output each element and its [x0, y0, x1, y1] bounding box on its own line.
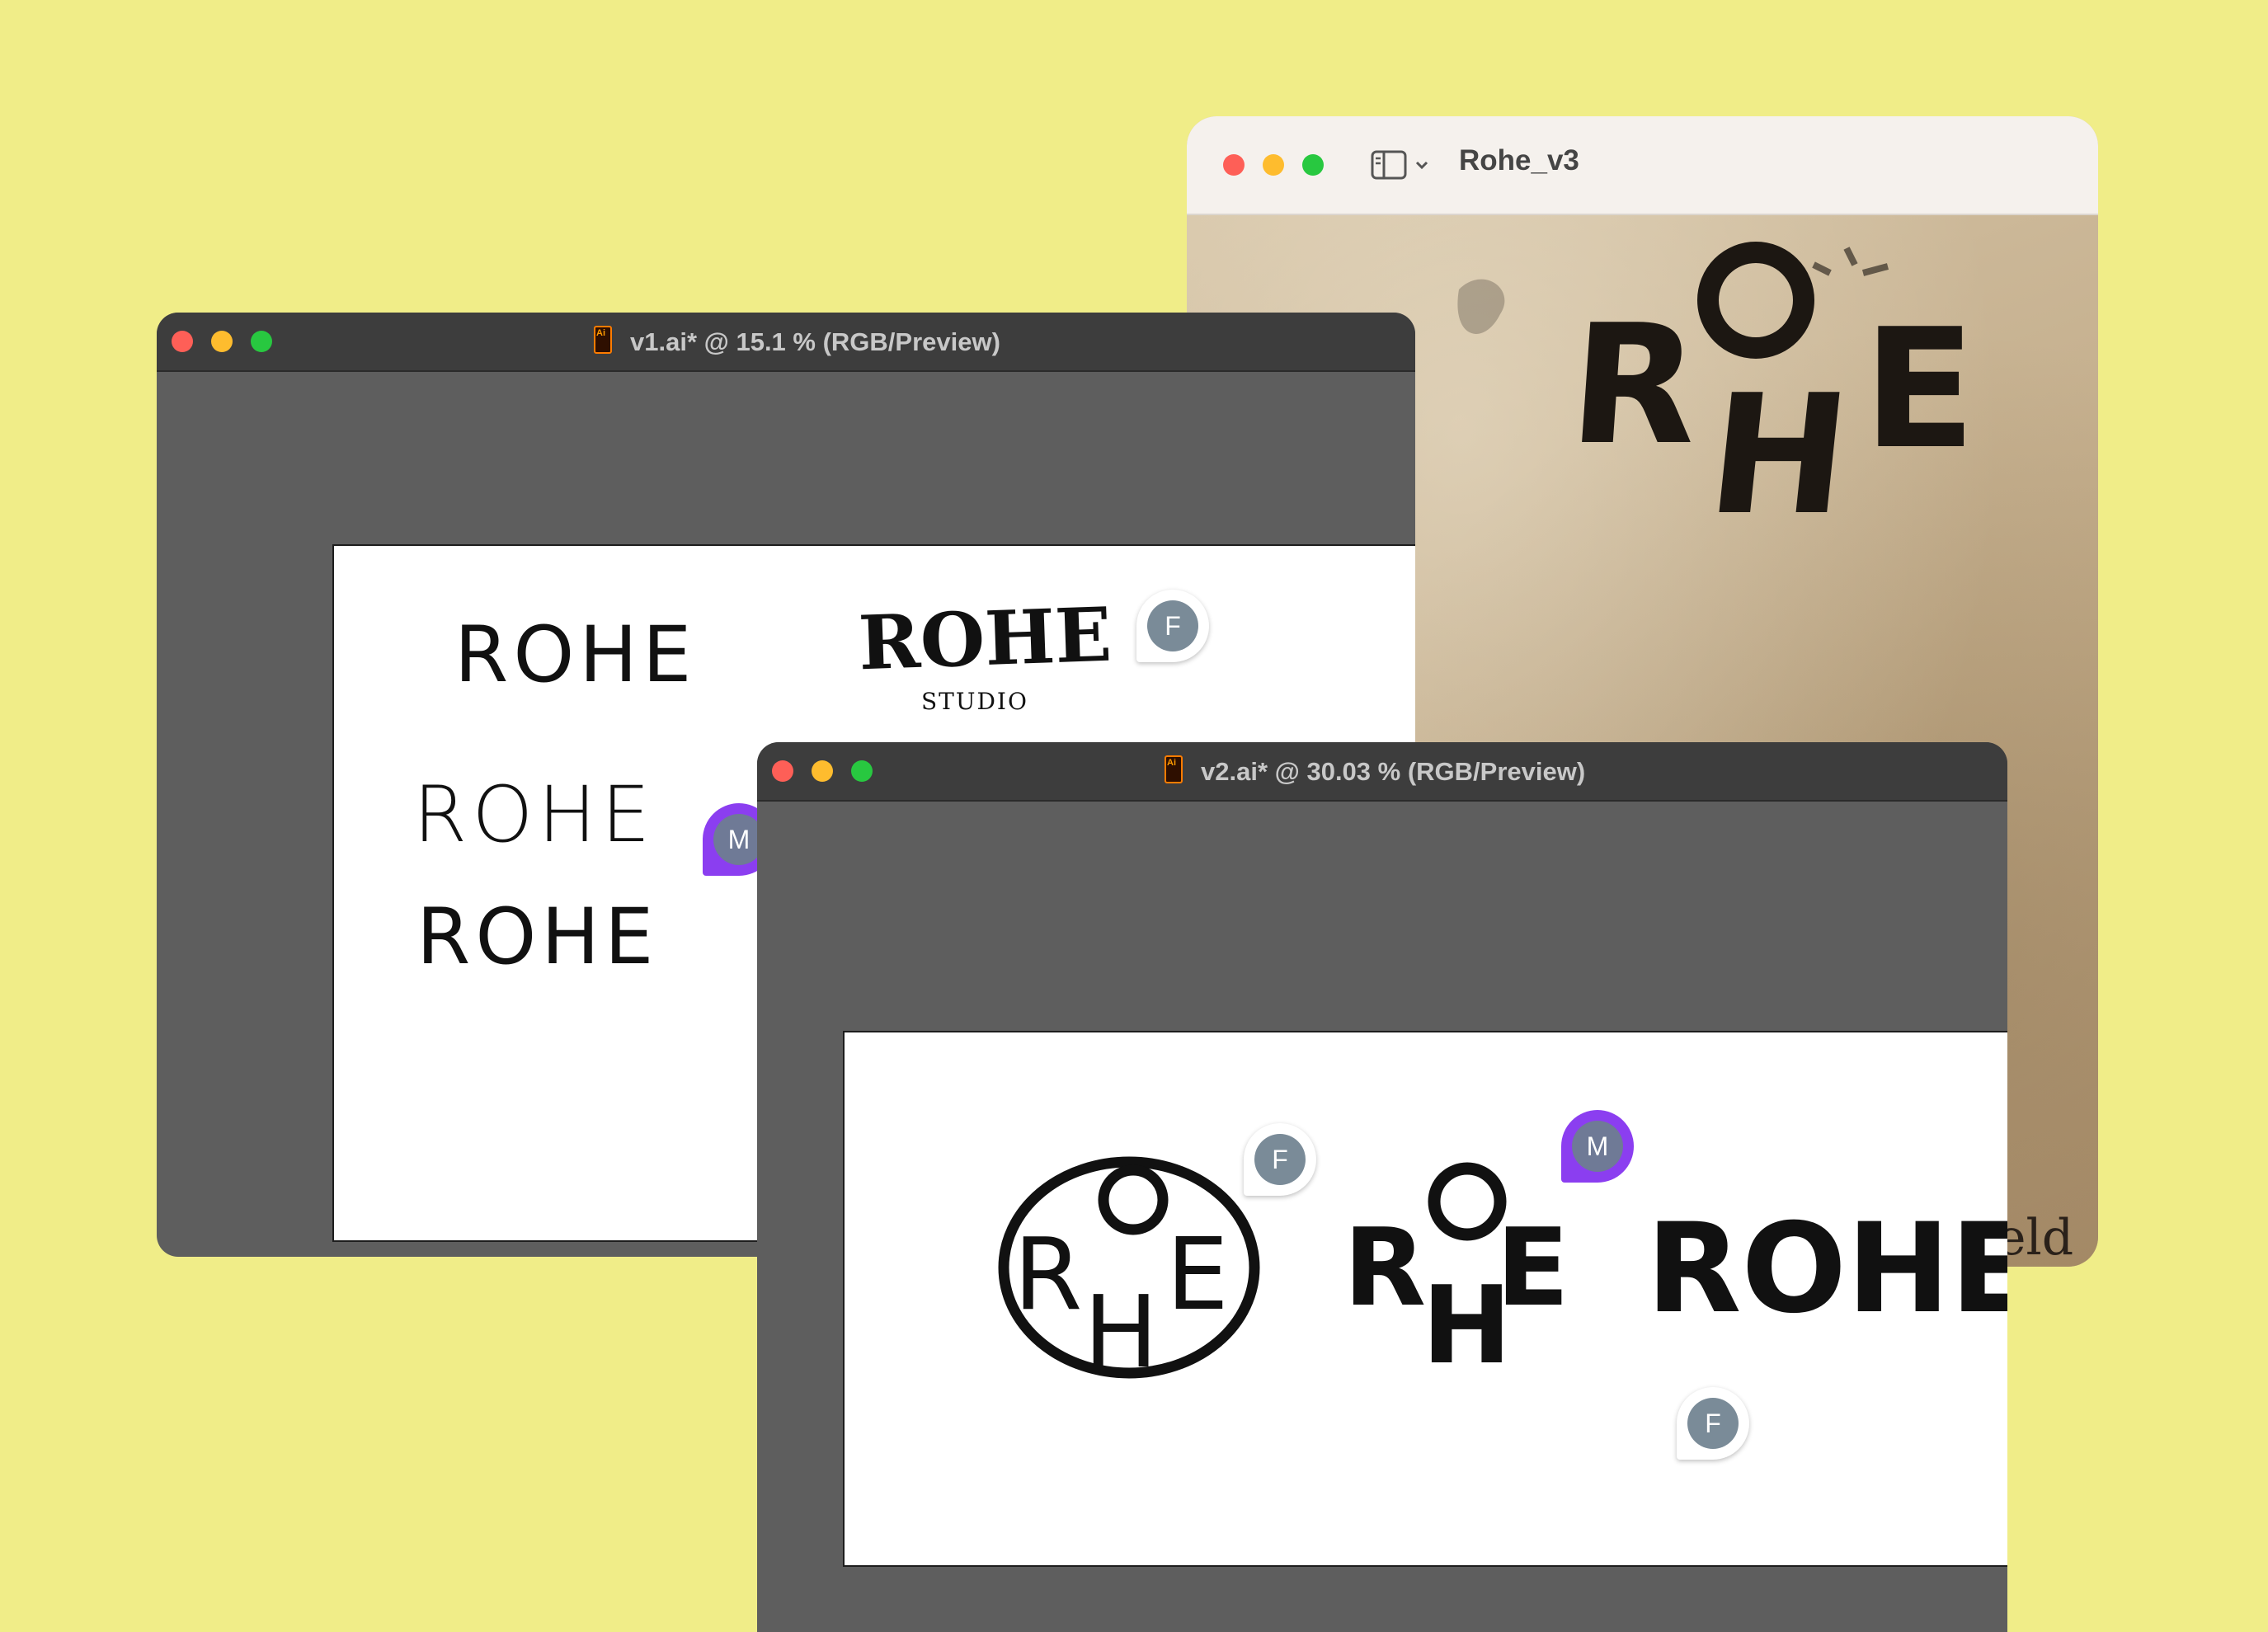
v1-titlebar: Ai v1.ai* @ 15.1 % (RGB/Preview): [157, 313, 1415, 372]
preview-titlebar: Rohe_v3: [1187, 116, 2098, 215]
comment-pin-active[interactable]: M: [1561, 1110, 1634, 1183]
avatar: F: [1147, 600, 1198, 651]
avatar: F: [1687, 1398, 1739, 1449]
wordmark-stacked-logo[interactable]: R H E: [1343, 1156, 1591, 1371]
sidebar-toggle-icon[interactable]: [1371, 149, 1437, 181]
wordmark-bold[interactable]: ROHE: [1646, 1197, 2007, 1341]
studio-label: STUDIO: [921, 688, 1028, 715]
chevron-down-icon: [1415, 161, 1428, 170]
svg-text:E: E: [1496, 1205, 1569, 1330]
stamp-logo: R H E: [1457, 242, 1976, 552]
wordmark-2[interactable]: ROHE: [413, 770, 655, 860]
window-title: v2.ai* @ 30.03 % (RGB/Preview): [1201, 757, 1586, 786]
window-title: Rohe_v3: [1459, 144, 1579, 176]
artboard[interactable]: R H E R H E ROHE: [843, 1031, 2007, 1567]
zoom-button[interactable]: [1302, 154, 1324, 176]
zoom-button[interactable]: [851, 760, 873, 782]
svg-text:R: R: [1014, 1218, 1082, 1333]
window-title: v1.ai* @ 15.1 % (RGB/Preview): [630, 327, 1000, 356]
comment-pin[interactable]: F: [1677, 1387, 1749, 1460]
svg-text:H: H: [1084, 1276, 1158, 1383]
minimize-button[interactable]: [1263, 154, 1284, 176]
wordmark-1[interactable]: ROHE: [454, 610, 696, 700]
comment-pin[interactable]: F: [1244, 1123, 1316, 1196]
wordmark-studio-logo[interactable]: ROHE: [857, 591, 1113, 688]
illustrator-file-icon: Ai: [1165, 755, 1183, 783]
comment-pin[interactable]: F: [1136, 590, 1209, 662]
corner-text-label: eld: [1997, 1209, 2074, 1267]
wordmark-circle-logo[interactable]: R H E: [997, 1152, 1269, 1383]
close-button[interactable]: [1223, 154, 1245, 176]
zoom-button[interactable]: [251, 331, 272, 352]
illustrator-file-icon: Ai: [594, 326, 612, 354]
wordmark-3[interactable]: ROHE: [416, 892, 658, 982]
close-button[interactable]: [772, 760, 793, 782]
minimize-button[interactable]: [211, 331, 233, 352]
close-button[interactable]: [172, 331, 193, 352]
svg-text:H: H: [1700, 360, 1858, 552]
svg-text:R: R: [1343, 1205, 1426, 1330]
avatar: F: [1254, 1134, 1306, 1185]
svg-text:R: R: [1564, 289, 1704, 482]
svg-text:E: E: [1863, 294, 1976, 486]
minimize-button[interactable]: [812, 760, 833, 782]
v2-titlebar: Ai v2.ai* @ 30.03 % (RGB/Preview): [757, 742, 2007, 802]
svg-text:E: E: [1166, 1218, 1229, 1333]
illustrator-window-v2: Ai v2.ai* @ 30.03 % (RGB/Preview) R H E …: [757, 742, 2007, 1632]
avatar: M: [1572, 1121, 1623, 1172]
